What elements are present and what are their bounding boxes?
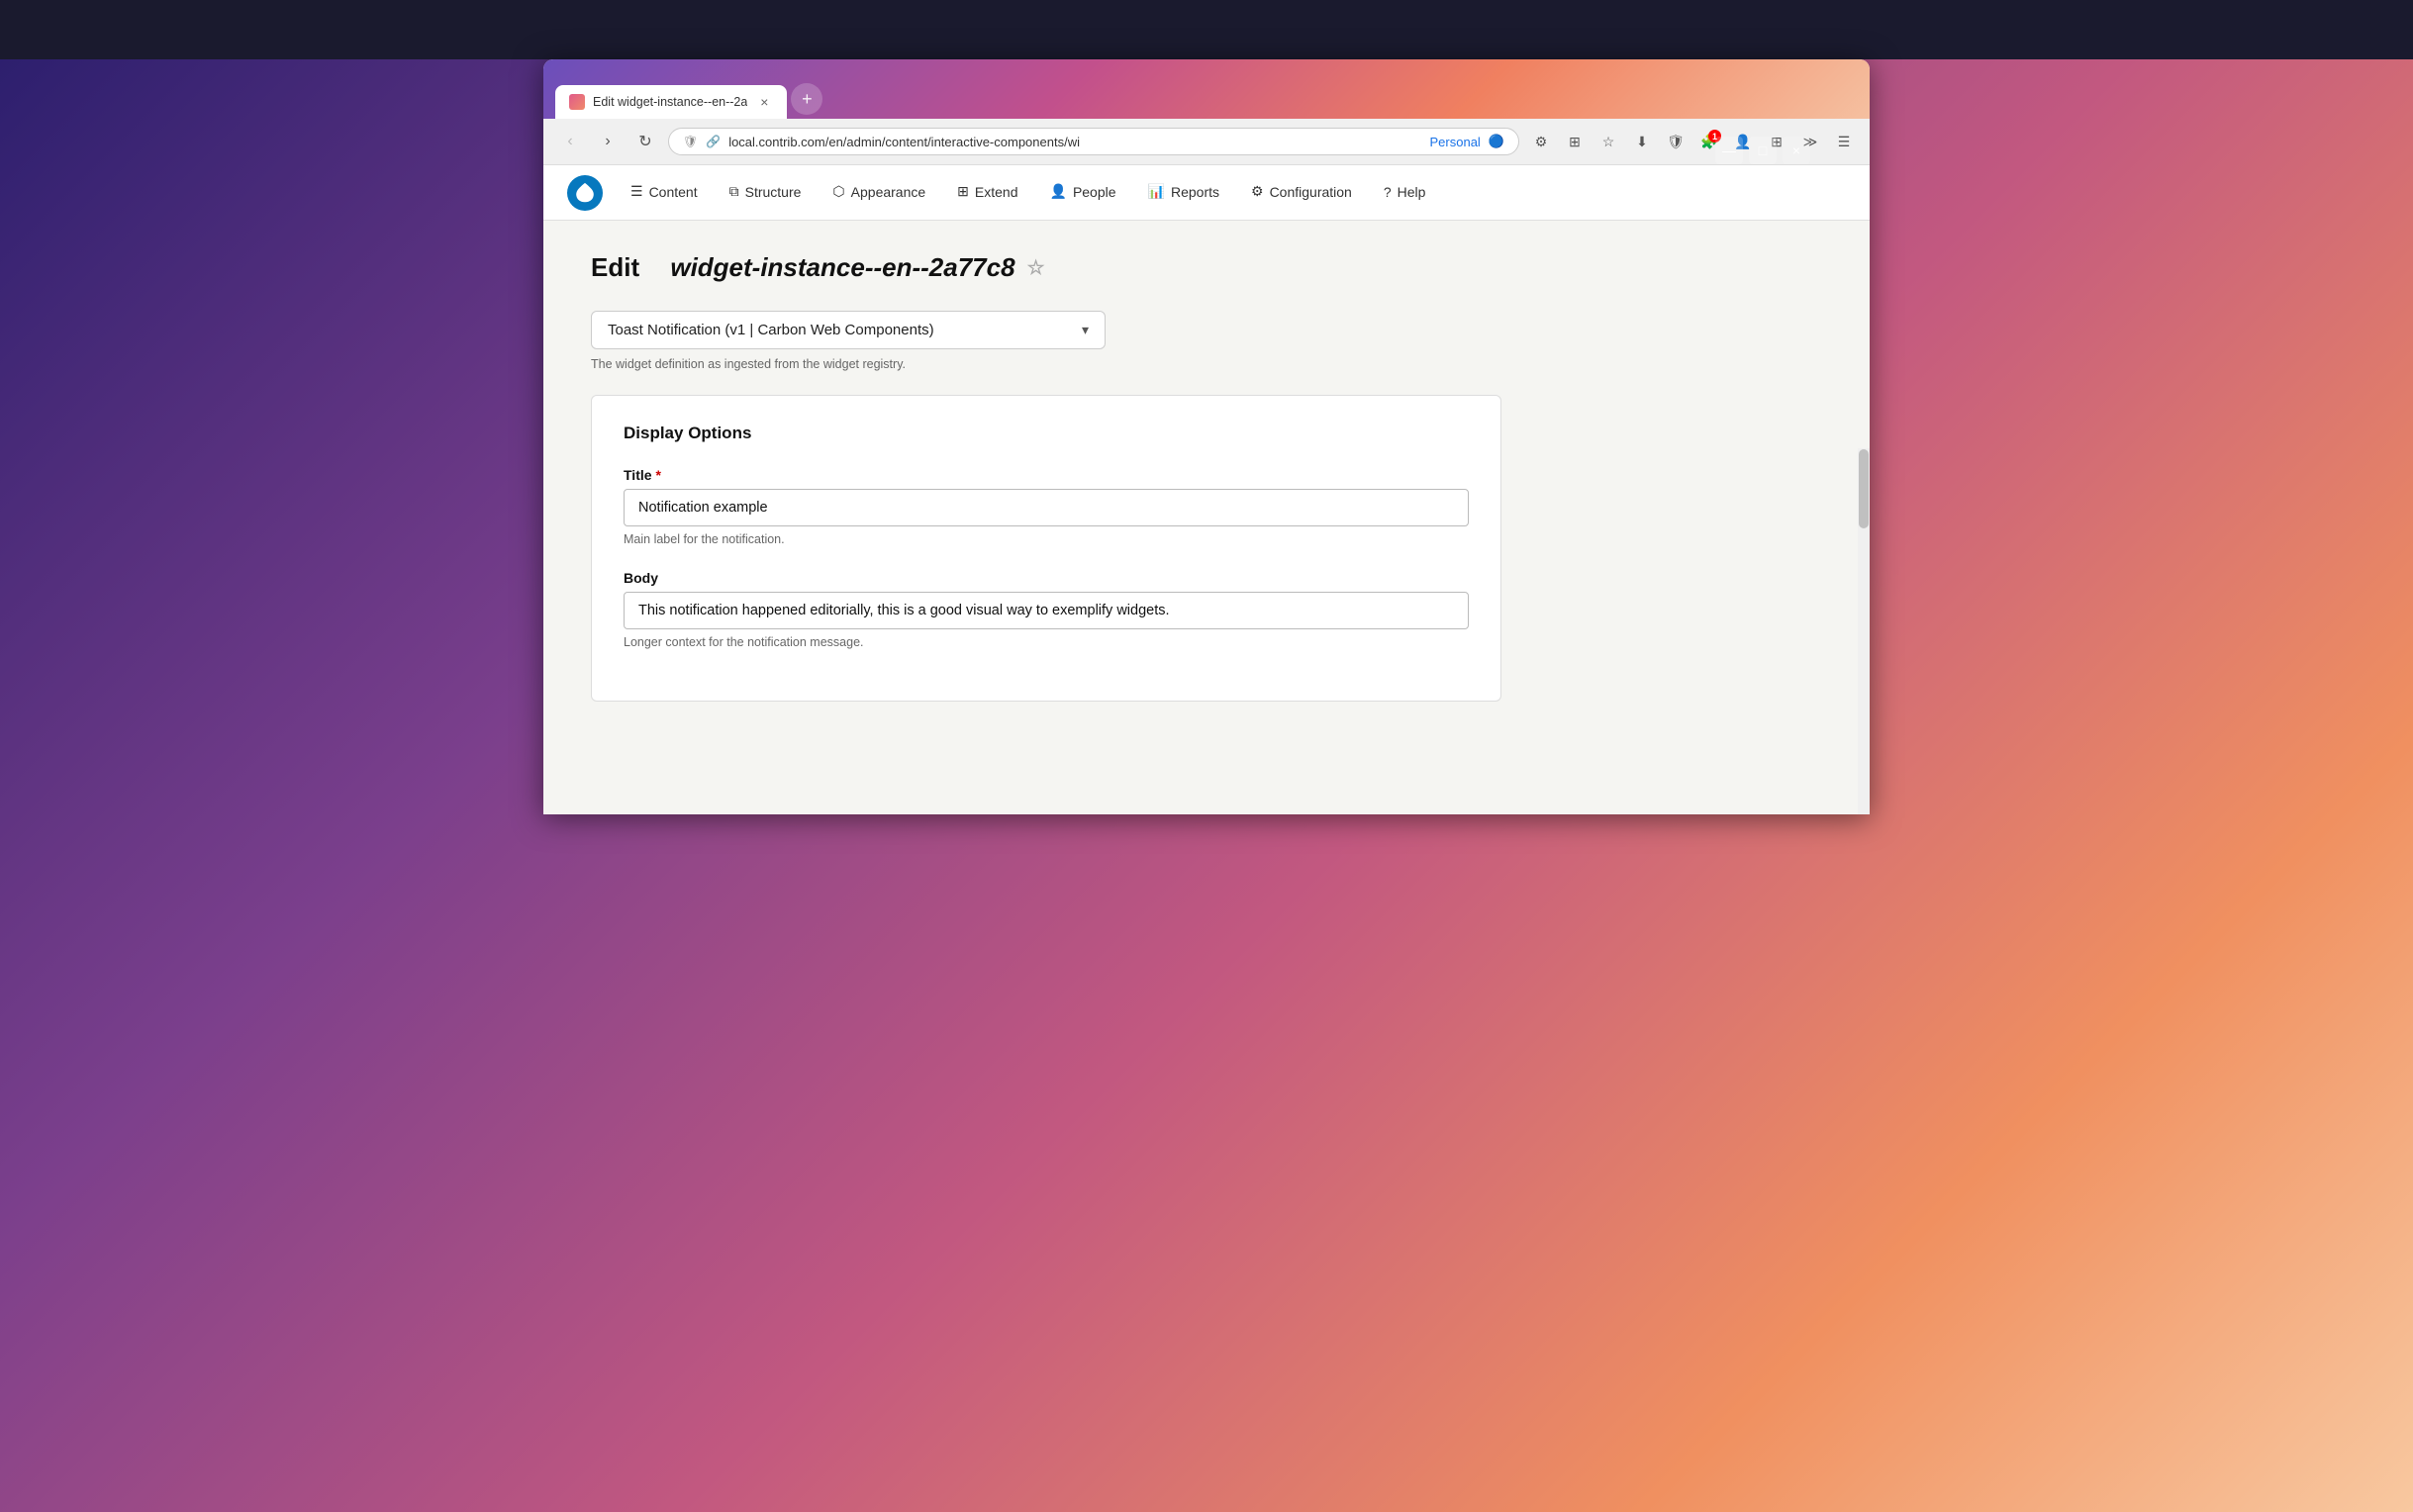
reports-label: Reports	[1171, 184, 1219, 200]
page-title: Edit widget-instance--en--2a77c8 ☆	[591, 252, 1822, 283]
nav-item-configuration[interactable]: ⚙ Configuration	[1235, 165, 1368, 220]
nav-item-extend[interactable]: ⊞ Extend	[941, 165, 1033, 220]
menu-button[interactable]: ☰	[1830, 128, 1858, 155]
title-input[interactable]	[624, 489, 1469, 526]
extend-icon: ⊞	[957, 183, 969, 200]
chevron-down-icon: ▾	[1082, 322, 1089, 338]
appearance-label: Appearance	[851, 184, 926, 200]
profile-label: Personal	[1430, 135, 1481, 149]
tab-label: Edit widget-instance--en--2a	[593, 95, 747, 109]
back-button[interactable]: ‹	[555, 127, 585, 156]
configuration-label: Configuration	[1270, 184, 1352, 200]
people-icon: 👤	[1050, 183, 1067, 200]
browser-tab[interactable]: Edit widget-instance--en--2a ×	[555, 85, 787, 119]
close-button[interactable]: ×	[1783, 137, 1810, 164]
display-options-card: Display Options Title * Main label for t…	[591, 395, 1501, 702]
nav-item-people[interactable]: 👤 People	[1034, 165, 1132, 220]
extensions-button[interactable]: ⚙	[1527, 128, 1555, 155]
url-text: local.contrib.com/en/admin/content/inter…	[728, 135, 1421, 149]
help-label: Help	[1398, 184, 1426, 200]
structure-label: Structure	[745, 184, 802, 200]
forward-button[interactable]: ›	[593, 127, 623, 156]
title-field: Title * Main label for the notification.	[624, 467, 1469, 546]
body-hint: Longer context for the notification mess…	[624, 635, 1469, 649]
scrollbar-track[interactable]	[1858, 448, 1870, 814]
download-button[interactable]: ⬇	[1628, 128, 1656, 155]
tab-close-button[interactable]: ×	[755, 93, 773, 111]
widget-selector-hint: The widget definition as ingested from t…	[591, 357, 1822, 371]
widget-selector-label: Toast Notification (v1 | Carbon Web Comp…	[608, 322, 934, 338]
title-hint: Main label for the notification.	[624, 532, 1469, 546]
people-label: People	[1073, 184, 1116, 200]
profile-icon: 🔵	[1489, 134, 1504, 149]
body-input[interactable]	[624, 592, 1469, 629]
nav-item-appearance[interactable]: ⬡ Appearance	[817, 165, 941, 220]
nav-item-structure[interactable]: ⧉ Structure	[714, 165, 818, 220]
body-label: Body	[624, 570, 1469, 586]
maximize-button[interactable]: □	[1749, 137, 1777, 164]
minimize-button[interactable]: —	[1715, 137, 1743, 164]
main-content: Edit widget-instance--en--2a77c8 ☆ Toast…	[543, 221, 1870, 814]
new-tab-button[interactable]: +	[791, 83, 822, 115]
scrollbar-thumb[interactable]	[1859, 449, 1869, 528]
nav-item-help[interactable]: ? Help	[1368, 165, 1442, 220]
content-label: Content	[649, 184, 698, 200]
nav-item-content[interactable]: ☰ Content	[615, 165, 714, 220]
bookmark-star-icon[interactable]: ☆	[1027, 255, 1045, 280]
address-bar[interactable]: 🛡 🔗 local.contrib.com/en/admin/content/i…	[668, 128, 1519, 155]
url-icon: 🔗	[706, 135, 721, 148]
structure-icon: ⧉	[729, 183, 739, 200]
bookmark-button[interactable]: ☆	[1594, 128, 1622, 155]
reports-icon: 📊	[1148, 183, 1165, 200]
shield-button[interactable]: 🛡	[1662, 128, 1689, 155]
nav-items-list: ☰ Content ⧉ Structure ⬡ Appearance ⊞ Ext…	[615, 165, 1441, 220]
security-icon: 🛡	[683, 135, 698, 148]
content-icon: ☰	[630, 183, 643, 200]
title-label: Title *	[624, 467, 1469, 483]
required-indicator: *	[656, 467, 661, 483]
extend-label: Extend	[975, 184, 1018, 200]
drupal-navigation: ☰ Content ⧉ Structure ⬡ Appearance ⊞ Ext…	[543, 165, 1870, 221]
navigation-bar: ‹ › ↻ 🛡 🔗 local.contrib.com/en/admin/con…	[543, 119, 1870, 165]
widget-type-selector[interactable]: Toast Notification (v1 | Carbon Web Comp…	[591, 311, 1106, 349]
appearance-icon: ⬡	[832, 183, 844, 200]
refresh-button[interactable]: ↻	[630, 127, 660, 156]
help-icon: ?	[1384, 184, 1392, 200]
tab-favicon	[569, 94, 585, 110]
drupal-logo	[567, 175, 603, 211]
body-field: Body Longer context for the notification…	[624, 570, 1469, 649]
grid-button[interactable]: ⊞	[1561, 128, 1589, 155]
configuration-icon: ⚙	[1251, 183, 1264, 200]
section-title: Display Options	[624, 424, 1469, 443]
nav-item-reports[interactable]: 📊 Reports	[1132, 165, 1235, 220]
